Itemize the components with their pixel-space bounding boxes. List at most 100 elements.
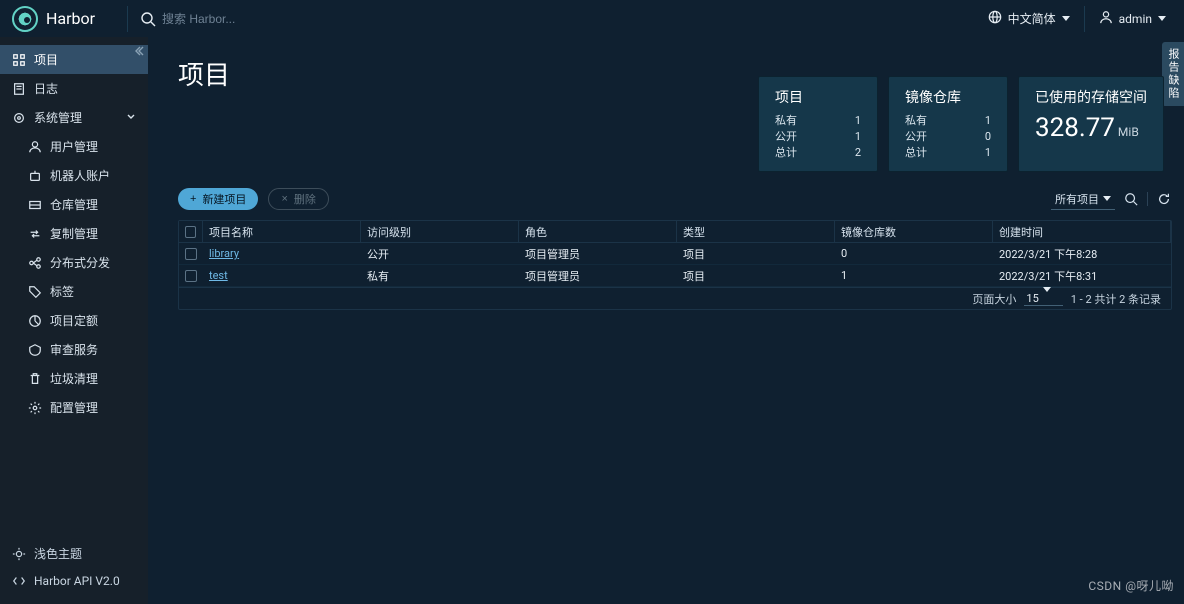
table-row: test私有项目管理员项目12022/3/21 下午8:31 bbox=[179, 265, 1171, 287]
page-size-select[interactable]: 15 bbox=[1024, 292, 1062, 306]
table-row: library公开项目管理员项目02022/3/21 下午8:28 bbox=[179, 243, 1171, 265]
search-input[interactable] bbox=[162, 12, 422, 26]
cell-repo: 0 bbox=[835, 243, 993, 264]
distribution-icon bbox=[28, 256, 42, 270]
sidebar-item-label: 项目 bbox=[34, 51, 58, 68]
card-title: 镜像仓库 bbox=[905, 87, 991, 107]
api-link[interactable]: Harbor API V2.0 bbox=[0, 568, 148, 594]
sidebar-item-label: 机器人账户 bbox=[50, 167, 110, 184]
quota-icon bbox=[28, 314, 42, 328]
sidebar-item-label: 垃圾清理 bbox=[50, 370, 98, 387]
value: 2 bbox=[855, 145, 861, 161]
sidebar-item-quota[interactable]: 项目定额 bbox=[0, 306, 148, 335]
storage-value: 328.77 bbox=[1035, 113, 1115, 143]
cell-type: 项目 bbox=[677, 265, 835, 286]
close-icon: × bbox=[281, 193, 287, 205]
delete-button[interactable]: × 删除 bbox=[268, 188, 328, 210]
value: 0 bbox=[985, 129, 991, 145]
cog-icon bbox=[28, 401, 42, 415]
theme-label: 浅色主题 bbox=[34, 545, 82, 562]
label: 公开 bbox=[905, 129, 927, 145]
filter-dropdown[interactable]: 所有项目 bbox=[1051, 189, 1115, 210]
sidebar-item-registry[interactable]: 仓库管理 bbox=[0, 190, 148, 219]
user-icon bbox=[1099, 10, 1113, 27]
pagination-range: 1 - 2 共计 2 条记录 bbox=[1071, 291, 1161, 307]
label: 私有 bbox=[905, 113, 927, 129]
projects-table: 项目名称 访问级别 角色 类型 镜像仓库数 创建时间 library公开项目管理… bbox=[178, 220, 1172, 310]
col-type[interactable]: 类型 bbox=[677, 221, 835, 242]
search-icon-button[interactable] bbox=[1123, 191, 1139, 207]
brand-name: Harbor bbox=[46, 9, 95, 28]
value: 1 bbox=[985, 113, 991, 129]
col-created[interactable]: 创建时间 bbox=[993, 221, 1171, 242]
label: 私有 bbox=[775, 113, 797, 129]
api-icon bbox=[12, 574, 26, 588]
cell-role: 项目管理员 bbox=[519, 265, 677, 286]
sidebar-item-label: 复制管理 bbox=[50, 225, 98, 242]
sidebar-item-config[interactable]: 配置管理 bbox=[0, 393, 148, 422]
watermark: CSDN @呀儿呦 bbox=[1088, 577, 1174, 594]
col-access[interactable]: 访问级别 bbox=[361, 221, 519, 242]
sidebar-item-label: 项目定额 bbox=[50, 312, 98, 329]
feedback-tab[interactable]: 报告缺陷 bbox=[1162, 42, 1184, 106]
refresh-icon-button[interactable] bbox=[1156, 191, 1172, 207]
new-project-button[interactable]: + 新建项目 bbox=[178, 188, 258, 210]
language-switcher[interactable]: 中文简体 bbox=[988, 10, 1070, 27]
registry-icon bbox=[28, 198, 42, 212]
chevron-down-icon bbox=[1043, 287, 1051, 305]
value: 1 bbox=[985, 145, 991, 161]
language-label: 中文简体 bbox=[1008, 10, 1056, 27]
sidebar-item-logs[interactable]: 日志 bbox=[0, 74, 148, 103]
btn-label: 新建项目 bbox=[202, 191, 246, 207]
theme-toggle[interactable]: 浅色主题 bbox=[0, 539, 148, 568]
search-icon bbox=[140, 11, 156, 27]
sidebar-item-projects[interactable]: 项目 bbox=[0, 45, 148, 74]
sidebar-item-labels[interactable]: 标签 bbox=[0, 277, 148, 306]
select-all-checkbox[interactable] bbox=[185, 226, 196, 238]
chevron-down-icon bbox=[1158, 16, 1166, 21]
row-checkbox[interactable] bbox=[185, 270, 197, 282]
cell-role: 项目管理员 bbox=[519, 243, 677, 264]
page-size-value: 15 bbox=[1026, 292, 1038, 305]
tag-icon bbox=[28, 285, 42, 299]
cell-access: 私有 bbox=[361, 265, 519, 286]
sidebar-item-replication[interactable]: 复制管理 bbox=[0, 219, 148, 248]
audit-icon bbox=[28, 343, 42, 357]
sidebar-item-users[interactable]: 用户管理 bbox=[0, 132, 148, 161]
cell-repo: 1 bbox=[835, 265, 993, 286]
label: 总计 bbox=[905, 145, 927, 161]
sidebar-item-label: 配置管理 bbox=[50, 399, 98, 416]
sun-icon bbox=[12, 547, 26, 561]
sidebar-item-distribution[interactable]: 分布式分发 bbox=[0, 248, 148, 277]
page-size-label: 页面大小 bbox=[972, 291, 1016, 307]
logs-icon bbox=[12, 82, 26, 96]
storage-unit: MiB bbox=[1118, 125, 1139, 139]
sidebar-item-label: 审查服务 bbox=[50, 341, 98, 358]
sidebar-item-label: 仓库管理 bbox=[50, 196, 98, 213]
chevron-down-icon bbox=[126, 111, 136, 125]
sidebar-item-audit[interactable]: 审查服务 bbox=[0, 335, 148, 364]
user-menu[interactable]: admin bbox=[1099, 10, 1166, 27]
robot-icon bbox=[28, 169, 42, 183]
sidebar-section-system[interactable]: 系统管理 bbox=[0, 103, 148, 132]
col-name[interactable]: 项目名称 bbox=[203, 221, 361, 242]
sidebar-item-label: 标签 bbox=[50, 283, 74, 300]
projects-icon bbox=[12, 53, 26, 67]
value: 1 bbox=[855, 113, 861, 129]
col-role[interactable]: 角色 bbox=[519, 221, 677, 242]
card-title: 项目 bbox=[775, 87, 861, 107]
label: 公开 bbox=[775, 129, 797, 145]
cell-type: 项目 bbox=[677, 243, 835, 264]
gear-icon bbox=[12, 111, 26, 125]
sidebar-item-gc[interactable]: 垃圾清理 bbox=[0, 364, 148, 393]
project-link[interactable]: library bbox=[209, 247, 239, 260]
user-name: admin bbox=[1119, 12, 1152, 26]
col-repo-count[interactable]: 镜像仓库数 bbox=[835, 221, 993, 242]
sidebar-item-robots[interactable]: 机器人账户 bbox=[0, 161, 148, 190]
row-checkbox[interactable] bbox=[185, 248, 197, 260]
plus-icon: + bbox=[190, 193, 196, 205]
project-link[interactable]: test bbox=[209, 269, 228, 282]
chevron-down-icon bbox=[1062, 16, 1070, 21]
harbor-logo bbox=[12, 6, 38, 32]
collapse-sidebar-icon[interactable] bbox=[132, 45, 144, 60]
